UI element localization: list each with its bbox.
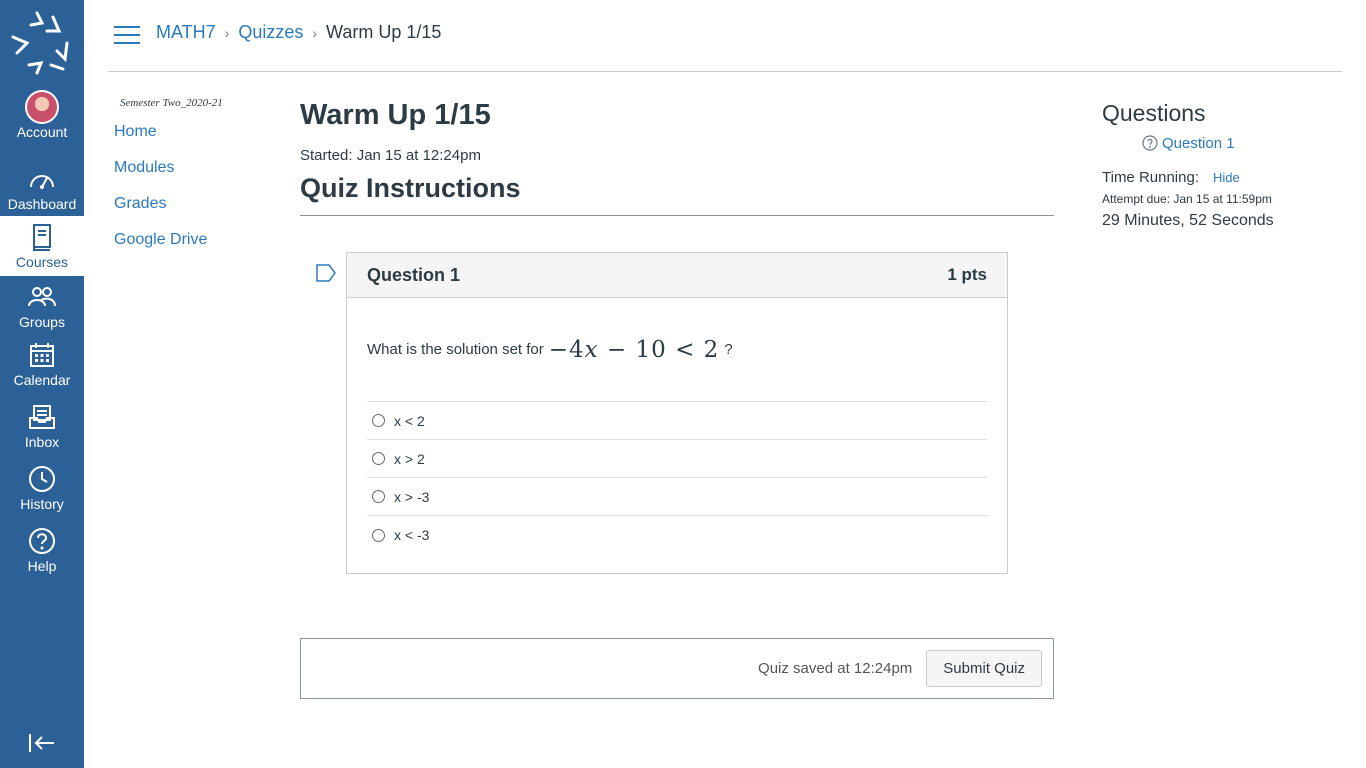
- history-icon: [29, 466, 55, 492]
- term-label: Semester Two_2020-21: [120, 97, 223, 109]
- answer-label: x < -3: [394, 527, 430, 543]
- groups-icon: [28, 287, 56, 307]
- nav-history[interactable]: History: [0, 464, 84, 524]
- nav-inbox-label: Inbox: [24, 434, 60, 450]
- nav-dashboard-label: Dashboard: [7, 196, 77, 212]
- answer-label: x > -3: [394, 488, 430, 505]
- radio-button[interactable]: [372, 452, 385, 465]
- course-nav-grades[interactable]: Grades: [114, 186, 278, 222]
- flag-question-button[interactable]: [316, 264, 336, 282]
- collapse-arrow-icon: [29, 734, 54, 752]
- radio-button[interactable]: [372, 490, 385, 503]
- nav-groups[interactable]: Groups: [0, 282, 84, 342]
- breadcrumb-course[interactable]: MATH7: [156, 22, 216, 43]
- question-text: What is the solution set for −4𝑥 − 10 < …: [347, 298, 1007, 401]
- radio-button[interactable]: [372, 528, 385, 542]
- nav-account[interactable]: Account: [0, 90, 84, 152]
- time-running-row: Time Running: Hide: [1102, 169, 1342, 186]
- page-header: MATH7 › Quizzes › Warm Up 1/15: [108, 0, 1342, 72]
- answer-option[interactable]: x < -3: [367, 516, 987, 554]
- inbox-icon: [29, 405, 55, 429]
- chevron-right-icon: ›: [224, 24, 230, 41]
- collapse-nav-button[interactable]: [28, 731, 56, 755]
- course-nav-home[interactable]: Home: [114, 114, 278, 150]
- radio-button[interactable]: [372, 414, 385, 427]
- chevron-right-icon: ›: [312, 24, 318, 41]
- hide-timer-link[interactable]: Hide: [1213, 170, 1240, 185]
- bookmark-flag-icon: [316, 264, 336, 282]
- answer-option[interactable]: x < 2: [367, 402, 987, 440]
- question-mark: ?: [724, 341, 733, 358]
- question-card: Question 1 1 pts What is the solution se…: [346, 252, 1008, 574]
- course-nav-google-drive[interactable]: Google Drive: [114, 222, 278, 258]
- quiz-main: Warm Up 1/15 Started: Jan 15 at 12:24pm …: [300, 92, 1054, 699]
- calendar-icon: [30, 343, 54, 367]
- time-running-label: Time Running:: [1102, 169, 1199, 186]
- help-icon: [29, 528, 55, 554]
- question-1-link[interactable]: Question 1: [1142, 132, 1342, 154]
- question-link-label: Question 1: [1162, 134, 1235, 152]
- questions-sidebar: Questions Question 1 Time Running: Hide …: [1102, 98, 1342, 230]
- nav-groups-label: Groups: [19, 314, 65, 330]
- nav-calendar-label: Calendar: [13, 372, 71, 388]
- timer-display: 29 Minutes, 52 Seconds: [1102, 212, 1274, 229]
- quiz-footer: Quiz saved at 12:24pm Submit Quiz: [300, 638, 1054, 699]
- nav-help-label: Help: [27, 558, 57, 574]
- question-header: Question 1 1 pts: [347, 253, 1007, 298]
- global-nav: Account Dashboard Courses Groups Calenda…: [0, 0, 84, 768]
- question-prompt: What is the solution set for: [367, 341, 544, 358]
- divider: [300, 215, 1054, 216]
- question-name: Question 1: [367, 264, 461, 285]
- canvas-logo[interactable]: [0, 0, 84, 84]
- course-nav-modules[interactable]: Modules: [114, 150, 278, 186]
- dashboard-icon: [30, 175, 54, 189]
- answer-option[interactable]: x > -3: [367, 478, 987, 516]
- avatar: [25, 90, 59, 124]
- canvas-logo-icon: [11, 11, 69, 75]
- nav-history-label: History: [20, 496, 64, 512]
- course-menu-toggle[interactable]: [114, 26, 140, 48]
- hamburger-icon: [114, 26, 140, 28]
- nav-calendar[interactable]: Calendar: [0, 340, 84, 400]
- question-equation: −4𝑥 − 10 < 2: [548, 336, 720, 363]
- nav-courses[interactable]: Courses: [0, 216, 84, 276]
- questions-heading: Questions: [1102, 100, 1206, 126]
- submit-quiz-button[interactable]: Submit Quiz: [926, 650, 1042, 687]
- course-nav: Semester Two_2020-21 Home Modules Grades…: [108, 92, 278, 258]
- nav-account-label: Account: [16, 124, 68, 140]
- nav-inbox[interactable]: Inbox: [0, 402, 84, 462]
- attempt-due: Attempt due: Jan 15 at 11:59pm: [1102, 192, 1272, 206]
- answer-list: x < 2 x > 2 x > -3 x < -3: [367, 401, 987, 554]
- saved-status: Quiz saved at 12:24pm: [758, 660, 913, 677]
- breadcrumb-current: Warm Up 1/15: [326, 22, 442, 42]
- quiz-instructions-heading: Quiz Instructions: [300, 173, 521, 203]
- quiz-title: Warm Up 1/15: [300, 99, 491, 131]
- nav-dashboard[interactable]: Dashboard: [0, 164, 84, 224]
- nav-courses-label: Courses: [15, 254, 69, 270]
- breadcrumb: MATH7 › Quizzes › Warm Up 1/15: [156, 22, 441, 43]
- courses-icon: [33, 224, 51, 251]
- started-time: Started: Jan 15 at 12:24pm: [300, 147, 481, 164]
- answer-label: x < 2: [394, 412, 425, 429]
- question-circle-icon: [1142, 135, 1158, 151]
- answer-label: x > 2: [394, 450, 425, 467]
- nav-help[interactable]: Help: [0, 526, 84, 586]
- breadcrumb-quizzes[interactable]: Quizzes: [238, 22, 303, 43]
- question-points: 1 pts: [947, 265, 987, 284]
- answer-option[interactable]: x > 2: [367, 440, 987, 478]
